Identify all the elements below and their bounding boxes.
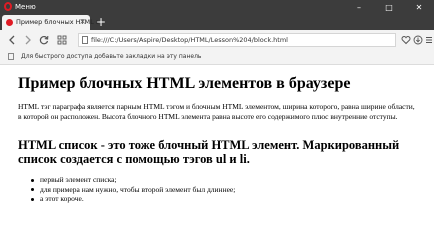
- list-item: первый элемент списка;: [28, 175, 235, 185]
- address-bar[interactable]: file:///C:/Users/Aspire/Desktop/HTML/Les…: [78, 33, 396, 47]
- browser-menu-button[interactable]: [423, 33, 434, 47]
- menu-button[interactable]: Меню: [15, 2, 36, 12]
- new-tab-button[interactable]: +: [96, 15, 106, 29]
- speed-dial-button[interactable]: [56, 33, 68, 47]
- grid-icon: [57, 35, 67, 45]
- section-heading: HTML список - это тоже блочный HTML элем…: [18, 138, 400, 166]
- page-content: Пример блочных HTML элементов в браузере…: [0, 65, 434, 214]
- menu-icon: [426, 37, 432, 43]
- opera-logo-icon[interactable]: [4, 2, 12, 11]
- address-text[interactable]: file:///C:/Users/Aspire/Desktop/HTML/Les…: [91, 35, 288, 45]
- reload-button[interactable]: [38, 33, 50, 47]
- arrow-right-icon: [25, 35, 31, 45]
- tab-strip: Пример блочных HTML э × +: [0, 14, 434, 30]
- heart-icon: [401, 36, 411, 45]
- opera-favicon-icon: [6, 19, 13, 26]
- list-item: а этот короче.: [28, 194, 235, 204]
- close-window-button[interactable]: ✕: [404, 0, 434, 14]
- toolbar: file:///C:/Users/Aspire/Desktop/HTML/Les…: [0, 30, 434, 50]
- forward-button[interactable]: [22, 33, 34, 47]
- list-item: для примера нам нужно, чтобы второй элем…: [28, 185, 235, 195]
- tab-close-button[interactable]: ×: [79, 17, 86, 27]
- window-controls: – □ ✕: [344, 0, 434, 14]
- bookmarks-hint: Для быстрого доступа добавьте закладки н…: [21, 53, 202, 60]
- arrow-left-icon: [9, 35, 15, 45]
- bullet-list: первый элемент списка; для примера нам н…: [28, 175, 235, 204]
- bookmarks-bar: Для быстрого доступа добавьте закладки н…: [0, 50, 434, 65]
- page-heading: Пример блочных HTML элементов в браузере: [18, 75, 351, 92]
- title-bar: Меню – □ ✕: [0, 0, 434, 14]
- paragraph: HTML тэг параграфа является парным HTML …: [18, 102, 415, 121]
- heart-button[interactable]: [400, 33, 412, 47]
- tab-active[interactable]: Пример блочных HTML э ×: [2, 15, 99, 30]
- minimize-button[interactable]: –: [344, 0, 374, 14]
- maximize-button[interactable]: □: [374, 0, 404, 14]
- browser-window: Меню – □ ✕ Пример блочных HTML э × + fil…: [0, 0, 434, 214]
- bookmark-icon: [8, 53, 14, 60]
- back-button[interactable]: [6, 33, 18, 47]
- tab-title: Пример блочных HTML э: [16, 18, 100, 26]
- file-icon: [82, 36, 88, 44]
- download-icon: [413, 35, 423, 45]
- reload-icon: [39, 35, 49, 45]
